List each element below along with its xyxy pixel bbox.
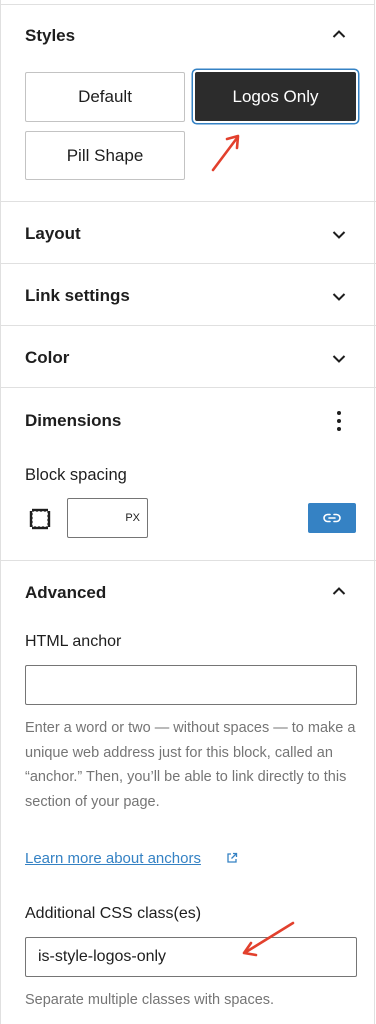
learn-more-anchors-label[interactable]: Learn more about anchors	[25, 850, 201, 867]
link-icon	[323, 513, 341, 523]
style-logos-only-button[interactable]: Logos Only	[195, 72, 356, 121]
chevron-up-icon[interactable]	[332, 29, 346, 39]
annotation-arrow-icon	[211, 134, 240, 172]
styles-panel-title[interactable]: Styles	[25, 26, 75, 46]
html-anchor-input[interactable]	[25, 665, 357, 705]
annotation-arrow-icon	[242, 921, 295, 957]
external-link-icon[interactable]	[225, 851, 239, 865]
learn-more-anchors-link[interactable]: Learn more about anchors	[25, 850, 201, 867]
css-class-value[interactable]: is-style-logos-only	[38, 948, 166, 966]
spacing-sides-icon[interactable]	[28, 507, 52, 531]
block-spacing-input[interactable]: PX	[67, 498, 148, 538]
chevron-down-icon[interactable]	[332, 230, 346, 240]
css-class-input[interactable]: is-style-logos-only	[25, 937, 357, 977]
chevron-up-icon[interactable]	[332, 586, 346, 596]
chevron-down-icon[interactable]	[332, 354, 346, 364]
css-class-label: Additional CSS class(es)	[25, 905, 202, 922]
divider	[1, 560, 376, 561]
block-settings-sidebar: Styles Default Logos Only Pill Shape Lay…	[0, 0, 376, 1024]
divider	[1, 387, 376, 388]
divider	[1, 325, 376, 326]
more-options-icon[interactable]	[335, 409, 343, 433]
divider	[1, 201, 376, 202]
html-anchor-label: HTML anchor	[25, 633, 122, 650]
dimensions-panel-title: Dimensions	[25, 411, 122, 430]
style-default-button[interactable]: Default	[25, 72, 185, 122]
block-spacing-label: Block spacing	[25, 466, 127, 484]
link-settings-panel-title[interactable]: Link settings	[25, 286, 130, 306]
divider	[1, 263, 376, 264]
css-class-help-text: Separate multiple classes with spaces.	[25, 992, 275, 1008]
unit-label[interactable]: PX	[125, 512, 140, 524]
layout-panel-title[interactable]: Layout	[25, 224, 81, 244]
anchor-help-text: Enter a word or two — without spaces — t…	[25, 720, 356, 810]
top-border	[1, 0, 374, 5]
style-pill-shape-button[interactable]: Pill Shape	[25, 131, 185, 180]
unlink-sides-button[interactable]	[308, 503, 356, 533]
chevron-down-icon[interactable]	[332, 292, 346, 302]
advanced-panel-title[interactable]: Advanced	[25, 583, 106, 603]
color-panel-title[interactable]: Color	[25, 348, 69, 368]
